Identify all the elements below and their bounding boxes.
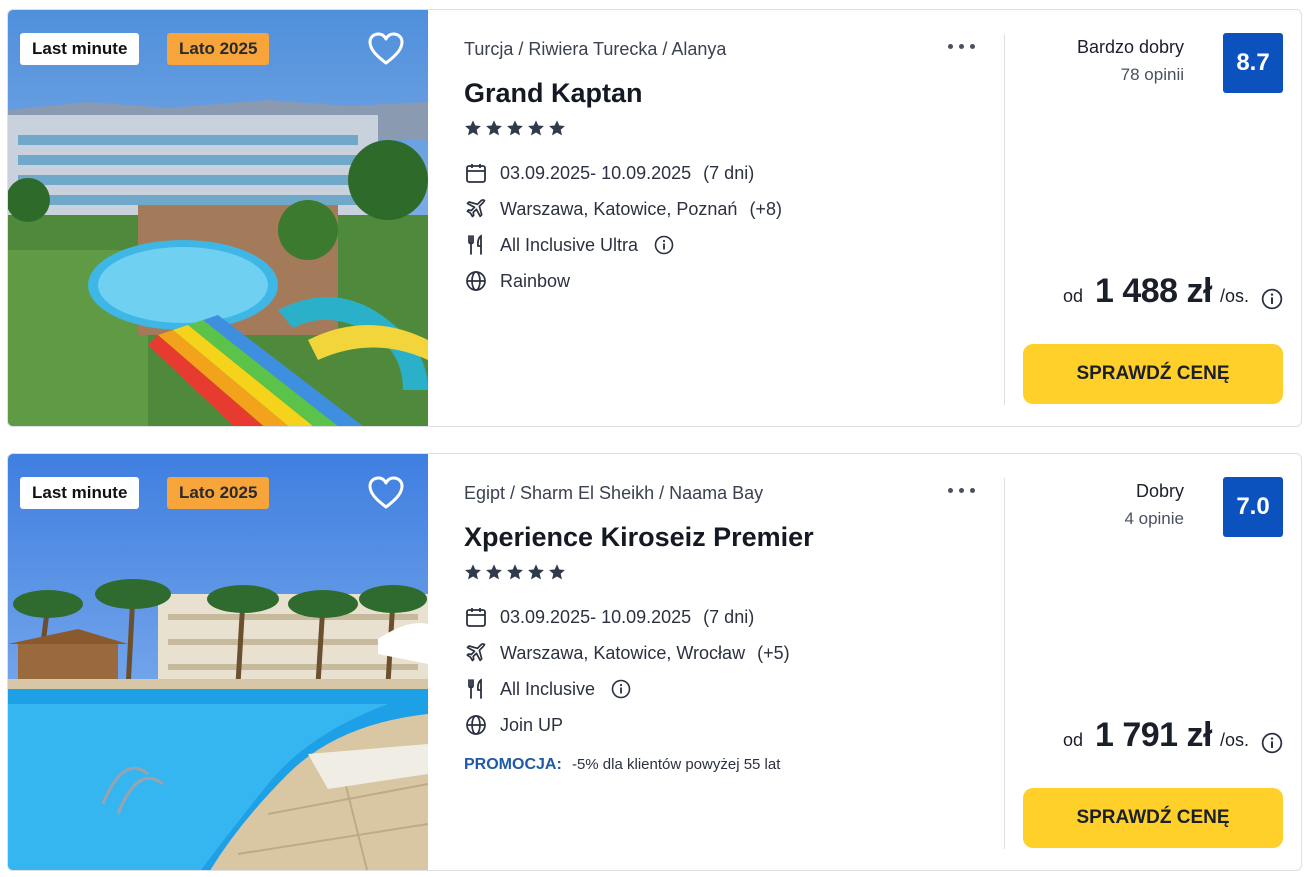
star-icon [486, 564, 502, 580]
promotion: PROMOCJA: -5% dla klientów powyżej 55 la… [464, 756, 780, 774]
offer-details: Egipt / Sharm El Sheikh / Naama Bay Xper… [464, 454, 984, 870]
review-count[interactable]: 4 opinie [1124, 509, 1184, 529]
location-breadcrumb[interactable]: Turcja / Riwiera Turecka / Alanya [464, 39, 726, 60]
star-icon [528, 120, 544, 136]
price-unit: /os. [1219, 730, 1249, 750]
star-icon [549, 564, 565, 580]
star-rating [464, 119, 566, 139]
divider [1004, 478, 1005, 849]
price-info-icon[interactable] [1261, 288, 1283, 310]
board-row: All Inclusive [464, 677, 631, 701]
rating-summary: Dobry 4 opinie [1124, 481, 1184, 529]
price-prefix: od [1062, 286, 1083, 306]
departures-row: Warszawa, Katowice, Poznań (+8) [464, 197, 782, 221]
price-info-icon[interactable] [1261, 732, 1283, 754]
globe-icon [464, 713, 488, 737]
trip-duration: (7 dni) [703, 606, 755, 627]
tour-operator: Rainbow [500, 270, 571, 291]
resort-pool-palms-photo [8, 454, 428, 870]
calendar-icon [464, 605, 488, 629]
offer-card[interactable]: Last minute Lato 2025 Turcja / Riwiera T… [7, 9, 1302, 427]
star-icon [465, 120, 481, 136]
offer-details: Turcja / Riwiera Turecka / Alanya Grand … [464, 10, 984, 426]
trip-duration: (7 dni) [703, 162, 755, 183]
cutlery-icon [464, 677, 488, 701]
more-options-icon[interactable] [946, 478, 978, 502]
rating-label: Bardzo dobry [1076, 37, 1184, 57]
price-prefix: od [1062, 730, 1083, 750]
rating-score-badge: 8.7 [1223, 33, 1283, 93]
star-icon [549, 120, 565, 136]
price-unit: /os. [1219, 286, 1249, 306]
dates-row: 03.09.2025- 10.09.2025 (7 dni) [464, 605, 754, 629]
calendar-icon [464, 161, 488, 185]
rating-label: Dobry [1135, 481, 1184, 501]
price-amount: 1 791 zł [1095, 716, 1212, 754]
travel-dates: 03.09.2025- 10.09.2025 [500, 162, 692, 183]
price: od 1 791 zł /os. [1063, 716, 1249, 755]
departures-row: Warszawa, Katowice, Wrocław (+5) [464, 641, 790, 665]
more-options-icon[interactable] [946, 34, 978, 58]
location-breadcrumb[interactable]: Egipt / Sharm El Sheikh / Naama Bay [464, 483, 763, 504]
promotion-text: -5% dla klientów powyżej 55 lat [571, 756, 781, 773]
hotel-pool-waterslide-photo [8, 10, 428, 426]
cutlery-icon [464, 233, 488, 257]
hotel-name[interactable]: Xperience Kiroseiz Premier [464, 522, 814, 553]
board-row: All Inclusive Ultra [464, 233, 674, 257]
divider [1004, 34, 1005, 405]
more-airports-count[interactable]: (+5) [757, 643, 790, 664]
star-icon [507, 120, 523, 136]
globe-icon [464, 269, 488, 293]
info-icon[interactable] [654, 235, 674, 255]
plane-icon [464, 197, 488, 221]
plane-icon [464, 641, 488, 665]
board-type: All Inclusive [500, 678, 596, 699]
star-icon [465, 564, 481, 580]
rating-summary: Bardzo dobry 78 opinii [1077, 37, 1184, 85]
check-price-button[interactable]: SPRAWDŹ CENĘ [1023, 788, 1283, 848]
star-rating [464, 563, 566, 583]
hotel-photo[interactable]: Last minute Lato 2025 [8, 10, 428, 426]
star-icon [528, 564, 544, 580]
price: od 1 488 zł /os. [1063, 272, 1249, 311]
tour-operator: Join UP [500, 714, 564, 735]
dates-row: 03.09.2025- 10.09.2025 (7 dni) [464, 161, 754, 185]
travel-dates: 03.09.2025- 10.09.2025 [500, 606, 692, 627]
more-airports-count[interactable]: (+8) [749, 199, 782, 220]
price-amount: 1 488 zł [1095, 272, 1212, 310]
operator-row: Join UP [464, 713, 563, 737]
star-icon [507, 564, 523, 580]
review-count[interactable]: 78 opinii [1077, 65, 1184, 85]
favorite-heart-icon[interactable] [368, 32, 404, 66]
offer-card[interactable]: Last minute Lato 2025 Egipt / Sharm El S… [7, 453, 1302, 871]
departure-airports: Warszawa, Katowice, Wrocław [500, 642, 746, 663]
last-minute-tag: Last minute [20, 477, 140, 509]
favorite-heart-icon[interactable] [368, 476, 404, 510]
season-tag: Lato 2025 [167, 477, 270, 509]
hotel-photo[interactable]: Last minute Lato 2025 [8, 454, 428, 870]
operator-row: Rainbow [464, 269, 570, 293]
star-icon [486, 120, 502, 136]
info-icon[interactable] [611, 679, 631, 699]
rating-score-badge: 7.0 [1223, 477, 1283, 537]
check-price-button[interactable]: SPRAWDŹ CENĘ [1023, 344, 1283, 404]
promotion-label: PROMOCJA: [464, 756, 562, 773]
season-tag: Lato 2025 [167, 33, 270, 65]
board-type: All Inclusive Ultra [500, 234, 639, 255]
hotel-name[interactable]: Grand Kaptan [464, 78, 643, 109]
last-minute-tag: Last minute [20, 33, 140, 65]
departure-airports: Warszawa, Katowice, Poznań [500, 198, 738, 219]
